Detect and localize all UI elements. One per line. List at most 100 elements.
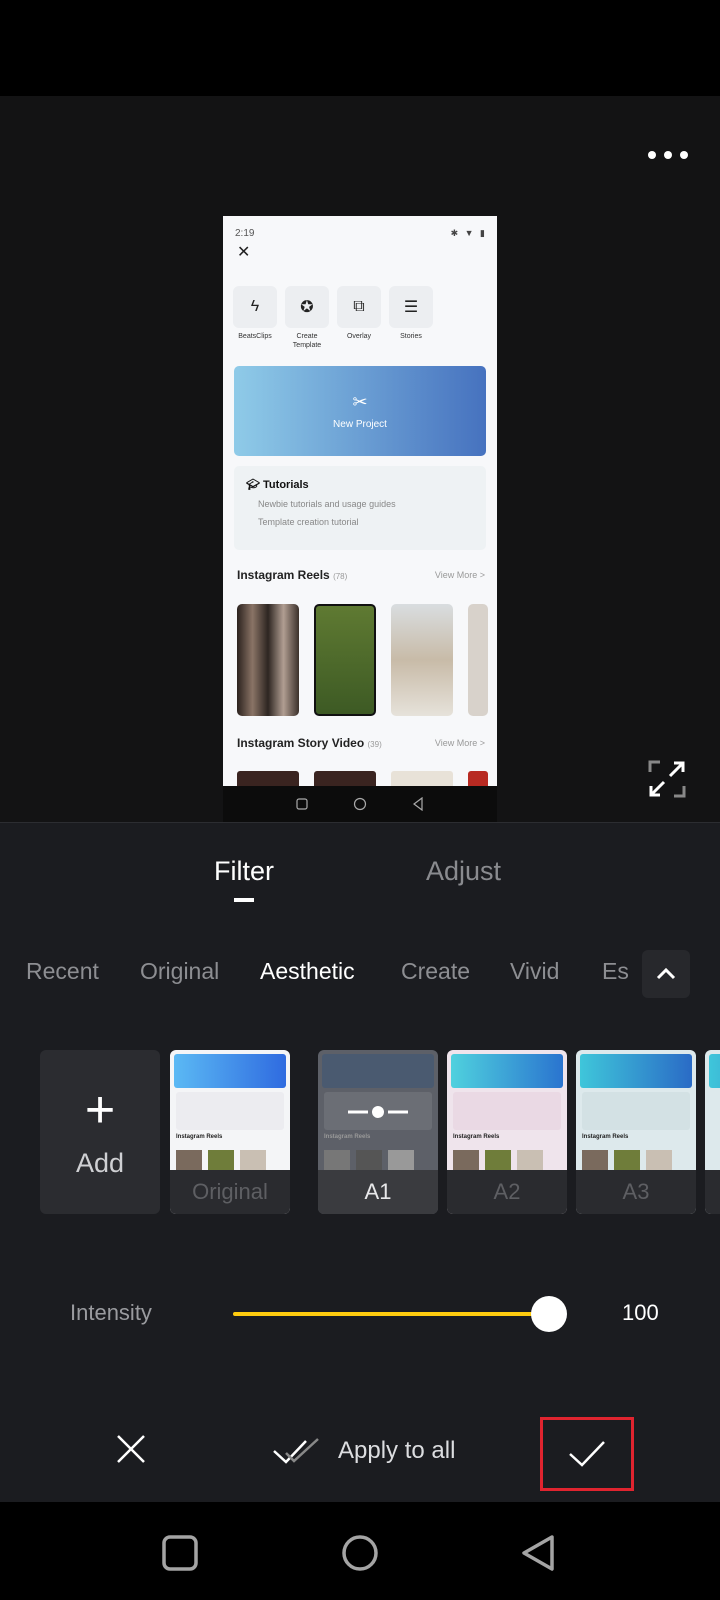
thumb-section: Instagram Reels <box>453 1134 500 1140</box>
circle-icon <box>342 1535 378 1571</box>
close-icon <box>117 1435 145 1463</box>
category-es[interactable]: Es <box>602 958 629 985</box>
double-check-icon <box>273 1438 319 1464</box>
category-vivid[interactable]: Vivid <box>510 958 559 985</box>
collapse-button[interactable] <box>642 950 690 998</box>
filter-original[interactable]: Instagram Reels Original <box>170 1050 290 1214</box>
add-label: Add <box>75 1147 125 1178</box>
more-options-button[interactable] <box>648 148 688 162</box>
preview-tool-label: Create Template <box>292 333 322 349</box>
triangle-back-icon <box>413 797 423 811</box>
preview-new-project-label: New Project <box>333 419 387 430</box>
check-icon <box>569 1441 605 1467</box>
preview-tutorials-title-text: Tutorials <box>263 479 309 491</box>
filter-a1[interactable]: Instagram Reels A1 <box>318 1050 438 1214</box>
preview-tools: ϟ BeatsClips ✪ Create Template ⧉ Overlay… <box>233 286 433 350</box>
intensity-label: Intensity <box>70 1300 152 1325</box>
thumb-row <box>324 1150 432 1172</box>
dot <box>680 151 688 159</box>
preview-section-name: Instagram Story Video <box>237 736 365 750</box>
square-icon <box>162 1535 198 1571</box>
filter-a2[interactable]: Instagram Reels A2 <box>447 1050 567 1214</box>
thumb-banner <box>580 1054 692 1088</box>
thumb-row <box>176 1150 284 1172</box>
preview-nav-bar <box>223 786 497 822</box>
thumb-row <box>582 1150 690 1172</box>
fullscreen-button[interactable] <box>648 760 686 798</box>
filter-label: A3 <box>576 1170 696 1214</box>
chevron-up-icon <box>656 967 676 980</box>
thumb-section: Instagram Reels <box>324 1134 371 1140</box>
preview-tool: ϟ BeatsClips <box>233 286 277 350</box>
preview-view-more: View More > <box>434 570 485 580</box>
apply-to-all-label: Apply to all <box>338 1437 456 1464</box>
preview-thumbnail <box>314 604 376 716</box>
preview-section-name: Instagram Reels <box>237 568 330 582</box>
preview-frame: 2:19 ✱ ▼ ▮ ✕ ϟ BeatsClips ✪ Create Templ… <box>223 216 497 822</box>
square-icon <box>296 798 308 810</box>
apply-to-all-button[interactable]: Apply to all <box>272 1434 455 1468</box>
home-button[interactable] <box>340 1533 380 1573</box>
overlay-icon: ⧉ <box>337 286 381 328</box>
film-reel-icon: ✪ <box>285 286 329 328</box>
preview-tutorial-item: Newbie tutorials and usage guides <box>258 499 396 509</box>
circle-icon <box>353 797 367 811</box>
filter-a3[interactable]: Instagram Reels A3 <box>576 1050 696 1214</box>
thumb-banner <box>709 1054 720 1088</box>
category-recent[interactable]: Recent <box>26 958 99 985</box>
confirm-button[interactable] <box>540 1417 634 1491</box>
triangle-back-icon <box>522 1535 554 1571</box>
lightning-icon: ϟ <box>233 286 277 328</box>
thumb-banner <box>322 1054 434 1088</box>
filter-categories: Recent Original Aesthetic Create Vivid E… <box>0 950 640 994</box>
recents-button[interactable] <box>160 1533 200 1573</box>
preview-new-project: ✂ New Project <box>234 366 486 456</box>
preview-thumbs <box>237 604 488 716</box>
preview-tutorials-title: 🎓︎ Tutorials <box>246 478 474 491</box>
back-button[interactable] <box>518 1533 558 1573</box>
active-tab-indicator <box>234 898 254 902</box>
graduation-cap-icon: 🎓︎ <box>246 479 264 491</box>
add-filter-button[interactable]: + Add <box>40 1050 160 1214</box>
dot <box>664 151 672 159</box>
preview-close-icon: ✕ <box>237 244 251 261</box>
plus-icon: + <box>84 1080 116 1139</box>
intensity-slider-track[interactable] <box>233 1312 549 1316</box>
cancel-button[interactable] <box>114 1432 148 1466</box>
preview-thumbnail <box>237 604 299 716</box>
filter-next[interactable] <box>705 1050 720 1214</box>
editor-tabs: Filter Adjust <box>0 856 720 896</box>
category-original[interactable]: Original <box>140 958 219 985</box>
preview-section-title: Instagram Story Video (39) <box>237 736 382 750</box>
preview-section-count: (78) <box>333 572 348 581</box>
intensity-slider-thumb[interactable] <box>531 1296 567 1332</box>
list-icon: ☰ <box>389 286 433 328</box>
preview-tool-label: BeatsClips <box>238 333 272 340</box>
preview-tool: ✪ Create Template <box>285 286 329 350</box>
filter-label: A2 <box>447 1170 567 1214</box>
preview-status-icons: ✱ ▼ ▮ <box>450 228 487 238</box>
preview-view-more: View More > <box>434 738 485 748</box>
tab-adjust[interactable]: Adjust <box>426 856 501 887</box>
preview-tool-label: Overlay <box>346 333 372 340</box>
preview-section-count: (39) <box>367 740 382 749</box>
thumb-banner <box>174 1054 286 1088</box>
preview-tool: ☰ Stories <box>389 286 433 350</box>
scissors-icon: ✂ <box>352 392 368 412</box>
preview-tutorial-item: Template creation tutorial <box>258 517 359 527</box>
status-bar <box>0 0 720 96</box>
thumb-banner <box>451 1054 563 1088</box>
preview-tool: ⧉ Overlay <box>337 286 381 350</box>
category-create[interactable]: Create <box>401 958 470 985</box>
thumb-row <box>453 1150 561 1172</box>
more-horizontal-icon <box>648 151 656 159</box>
filter-list: + Add Instagram Reels Original Instagram… <box>0 1050 720 1215</box>
thumb-section: Instagram Reels <box>582 1134 629 1140</box>
category-aesthetic[interactable]: Aesthetic <box>260 958 355 985</box>
preview-tutorials: 🎓︎ Tutorials Newbie tutorials and usage … <box>234 466 486 550</box>
preview-tool-label: Stories <box>400 333 422 340</box>
tab-filter[interactable]: Filter <box>214 856 274 887</box>
filter-label: Original <box>170 1170 290 1214</box>
preview-time: 2:19 <box>235 228 255 239</box>
intensity-value: 100 <box>622 1300 659 1325</box>
